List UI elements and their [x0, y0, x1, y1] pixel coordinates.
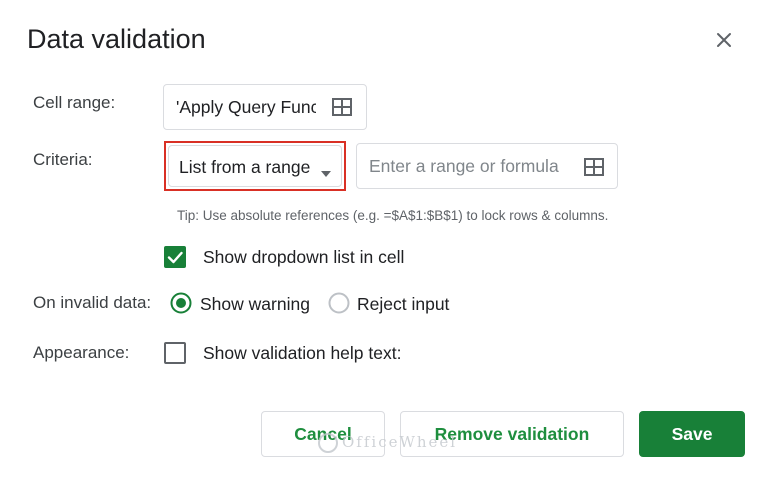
close-icon[interactable]	[712, 28, 736, 52]
range-input[interactable]: Enter a range or formula	[356, 143, 618, 189]
radio-reject-input[interactable]	[328, 292, 350, 314]
invalid-data-label: On invalid data:	[33, 293, 152, 312]
cell-range-value: 'Apply Query Func	[176, 97, 316, 117]
grid-icon[interactable]	[584, 158, 604, 176]
caret-down-icon	[321, 164, 331, 177]
show-dropdown-checkbox[interactable]	[164, 246, 186, 268]
cell-range-label: Cell range:	[33, 93, 116, 112]
appearance-label: Appearance:	[33, 343, 130, 362]
radio-reject-input-label: Reject input	[357, 294, 450, 314]
criteria-label: Criteria:	[33, 150, 93, 169]
criteria-selected: List from a range	[179, 157, 311, 177]
grid-icon[interactable]	[332, 98, 352, 116]
dialog-title: Data validation	[27, 24, 206, 54]
watermark-logo: OfficeWheel	[318, 433, 457, 453]
show-dropdown-label: Show dropdown list in cell	[203, 247, 405, 267]
cell-range-field[interactable]: 'Apply Query Func	[163, 84, 367, 130]
tip-text: Tip: Use absolute references (e.g. =$A$1…	[177, 208, 609, 223]
save-button[interactable]: Save	[639, 411, 745, 457]
help-text-checkbox[interactable]	[164, 342, 186, 364]
radio-show-warning[interactable]	[170, 292, 192, 314]
radio-show-warning-label: Show warning	[200, 294, 310, 314]
range-input-placeholder: Enter a range or formula	[369, 156, 559, 176]
help-text-label: Show validation help text:	[203, 343, 402, 363]
criteria-dropdown[interactable]: List from a range	[168, 145, 342, 187]
